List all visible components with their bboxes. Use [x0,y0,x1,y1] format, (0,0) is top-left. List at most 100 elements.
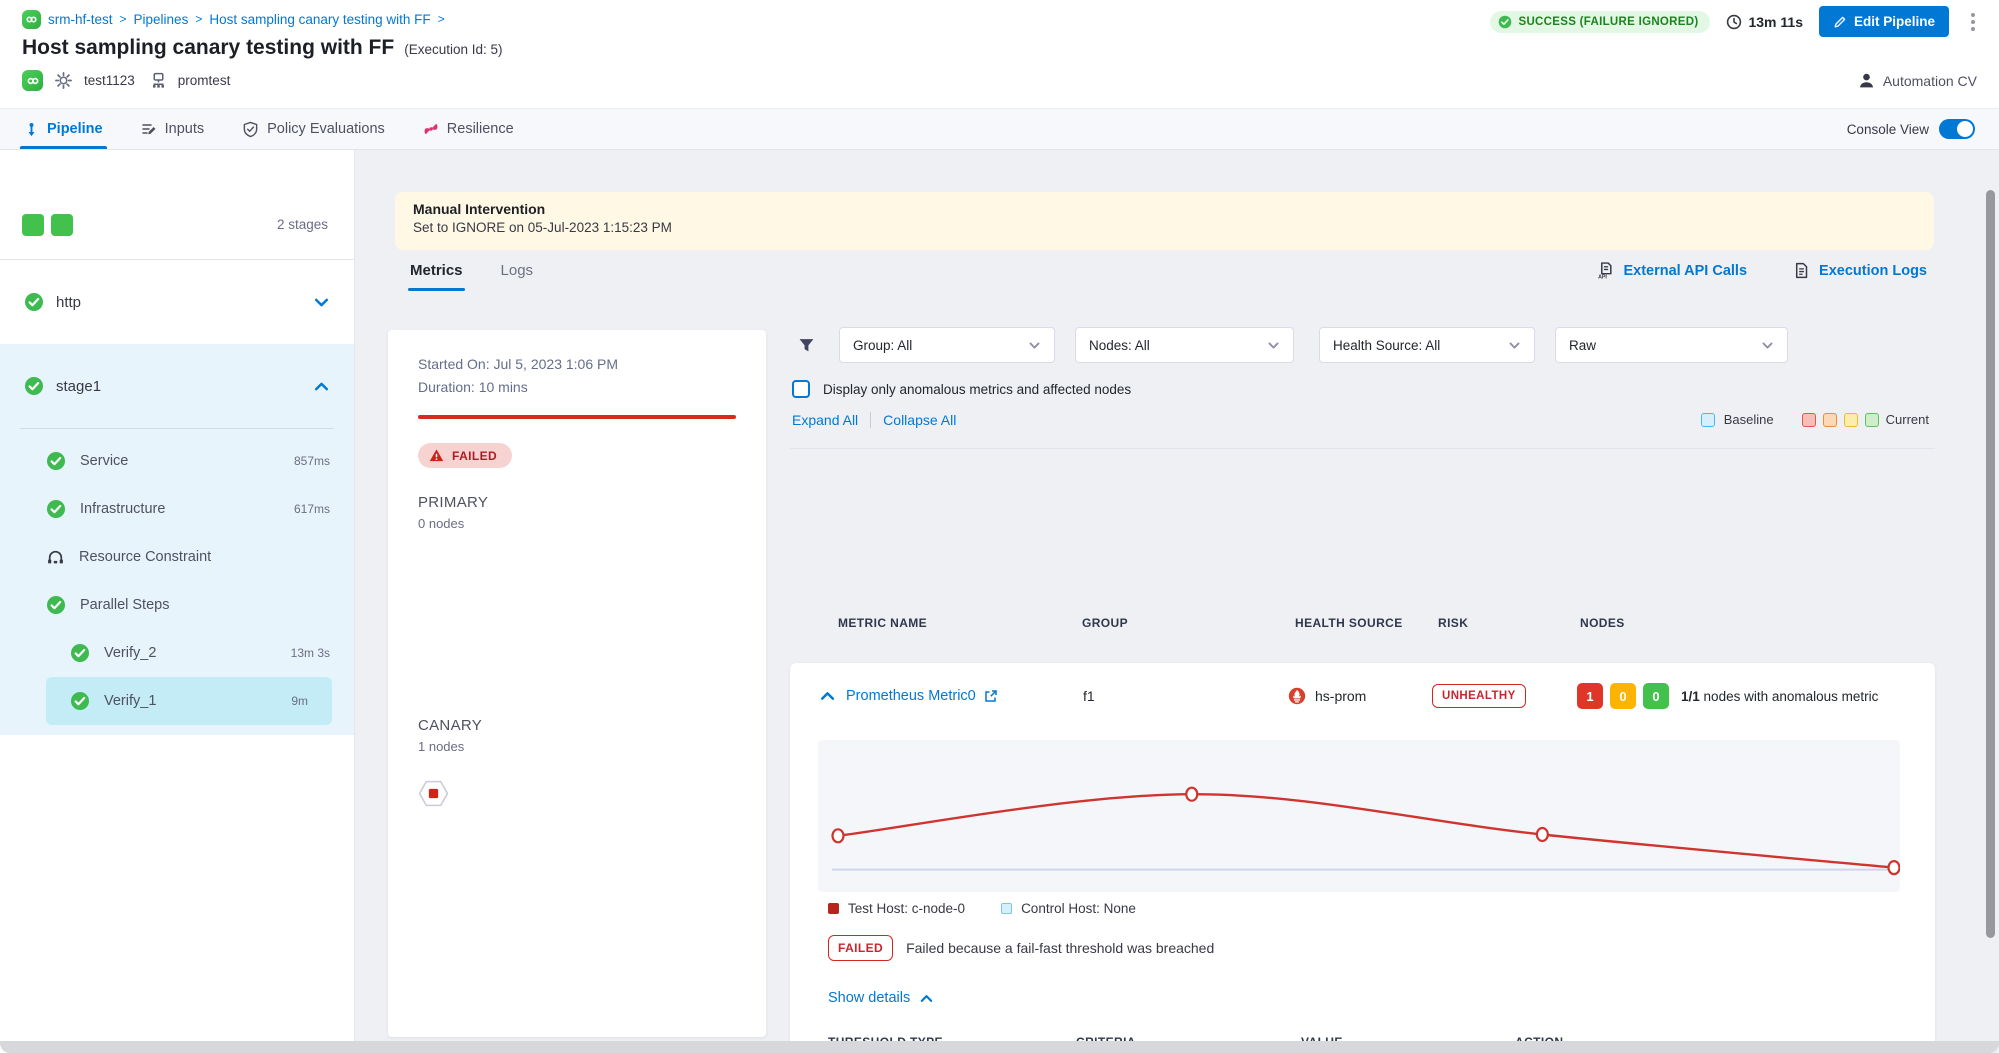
sidebar-step-resource-constraint[interactable]: Resource Constraint [0,533,354,581]
execution-duration: 13m 11s [1726,14,1803,30]
page-title: Host sampling canary testing with FF [22,36,394,60]
data-view-dropdown[interactable]: Raw [1555,327,1788,363]
current-swatch-red [1802,413,1816,427]
sidebar-step-parallel-steps[interactable]: Parallel Steps [0,581,354,629]
header-actions: SUCCESS (FAILURE IGNORED) 13m 11s Edit P… [1490,6,1981,37]
stages-count: 2 stages [277,217,328,232]
success-check-icon [70,691,90,711]
metric-health-source: hs-prom [1288,687,1366,705]
tab-resilience[interactable]: Resilience [423,109,514,149]
external-link-icon[interactable] [984,689,998,703]
title-row: Host sampling canary testing with FF (Ex… [22,36,503,60]
duration: Duration: 10 mins [418,379,736,395]
metric-card: Prometheus Metric0 f1 hs-prom UNHEALTHY … [790,663,1935,1053]
unhealthy-node-count: 1 [1577,683,1603,709]
stage-chips [22,214,73,236]
baseline-current-legend: Baseline Current [1701,412,1929,427]
chevron-down-icon[interactable] [313,294,330,311]
sidebar-stage-stage1[interactable]: stage1 [0,344,354,428]
group-filter-dropdown[interactable]: Group: All [839,327,1055,363]
test-host-swatch [828,903,839,914]
node-risk-counts: 1 0 0 1/1 nodes with anomalous metric [1577,683,1878,709]
monitored-service-icon [150,72,167,89]
monitored-service-name[interactable]: promtest [178,73,231,88]
tab-inputs[interactable]: Inputs [141,109,205,149]
harness-service-icon [22,70,43,91]
success-check-icon [24,376,44,396]
execution-stages-sidebar: 2 stages http stage1 Service 857ms [0,150,355,1053]
clock-icon [1726,14,1742,30]
anomalous-checkbox-label: Display only anomalous metrics and affec… [823,382,1131,397]
stage-chip[interactable] [51,214,73,236]
collapse-all-link[interactable]: Collapse All [883,412,956,428]
health-source-filter-dropdown[interactable]: Health Source: All [1319,327,1535,363]
console-view-toggle[interactable] [1939,119,1975,139]
divider [870,412,871,428]
verification-status-badge: FAILED [418,443,512,468]
failed-badge: FAILED [828,935,893,961]
breadcrumb-project[interactable]: srm-hf-test [48,12,113,27]
console-view-control: Console View [1847,119,1975,139]
sidebar-step-verify-2[interactable]: Verify_2 13m 3s [0,629,354,677]
pipeline-icon [24,122,39,137]
canary-node-count: 1 nodes [418,739,736,754]
metric-name-link[interactable]: Prometheus Metric0 [846,688,998,704]
more-options-menu-icon[interactable] [1965,9,1981,35]
sidebar-step-service[interactable]: Service 857ms [0,437,354,485]
execution-id: (Execution Id: 5) [404,42,502,57]
nodes-summary: 1/1 nodes with anomalous metric [1681,689,1878,704]
baseline-swatch [1701,413,1715,427]
stages-header: 2 stages [0,150,354,260]
metric-group: f1 [1083,688,1095,704]
metrics-region: Group: All Nodes: All Health Source: All… [790,150,1935,1053]
harness-logo-icon [22,10,41,29]
pipeline-meta: test1123 promtest [22,70,230,91]
divider [790,448,1935,449]
metric-chart-area [818,740,1900,892]
failure-message-row: FAILED Failed because a fail-fast thresh… [828,935,1214,961]
expand-all-link[interactable]: Expand All [792,412,858,428]
failure-message: Failed because a fail-fast threshold was… [906,940,1214,956]
success-check-icon [70,643,90,663]
chevron-down-icon [1028,339,1041,352]
service-name[interactable]: test1123 [84,73,135,88]
breadcrumb-pipelines[interactable]: Pipelines [134,12,189,27]
current-swatch-green [1865,413,1879,427]
warning-triangle-icon [429,448,444,463]
tab-metrics[interactable]: Metrics [410,262,463,291]
success-check-icon [46,451,66,471]
tab-policy-evaluations[interactable]: Policy Evaluations [242,109,385,149]
breadcrumb-pipeline[interactable]: Host sampling canary testing with FF [209,12,430,27]
inputs-icon [141,121,157,137]
chaos-icon [423,121,439,137]
filter-funnel-icon[interactable] [798,337,815,354]
current-swatch-yellow [1844,413,1858,427]
metric-table-header: METRIC NAME GROUP HEALTH SOURCE RISK NOD… [790,616,1935,642]
collapse-metric-chevron-icon[interactable] [819,688,836,705]
edit-pipeline-button[interactable]: Edit Pipeline [1819,6,1949,37]
tab-pipeline[interactable]: Pipeline [24,109,103,149]
sidebar-step-infrastructure[interactable]: Infrastructure 617ms [0,485,354,533]
stage-chip[interactable] [22,214,44,236]
breadcrumb: srm-hf-test > Pipelines > Host sampling … [22,8,445,30]
person-icon [1858,72,1875,89]
metric-row[interactable]: Prometheus Metric0 f1 hs-prom UNHEALTHY … [790,663,1935,729]
show-details-link[interactable]: Show details [828,990,934,1006]
content-area: 2 stages http stage1 Service 857ms [0,150,1999,1053]
page-header: srm-hf-test > Pipelines > Host sampling … [0,0,1999,108]
vertical-scrollbar[interactable] [1986,190,1995,938]
tab-logs[interactable]: Logs [501,262,534,291]
breadcrumb-separator: > [195,12,202,26]
chevron-up-icon[interactable] [313,378,330,395]
progress-bar-failed [418,415,736,419]
primary-node-count: 0 nodes [418,516,736,531]
verify-step-panel: Manual Intervention Set to IGNORE on 05-… [355,150,1999,1053]
sidebar-stage-http[interactable]: http [0,260,354,344]
canary-node-hexagon-icon[interactable] [418,778,449,809]
healthy-node-count: 0 [1643,683,1669,709]
sidebar-step-verify-1[interactable]: Verify_1 9m [46,677,332,725]
anomalous-metrics-checkbox[interactable] [792,380,810,398]
nodes-filter-dropdown[interactable]: Nodes: All [1075,327,1294,363]
chart-legend: Test Host: c-node-0 Control Host: None [828,901,1136,916]
metric-line-chart[interactable] [818,740,1900,892]
